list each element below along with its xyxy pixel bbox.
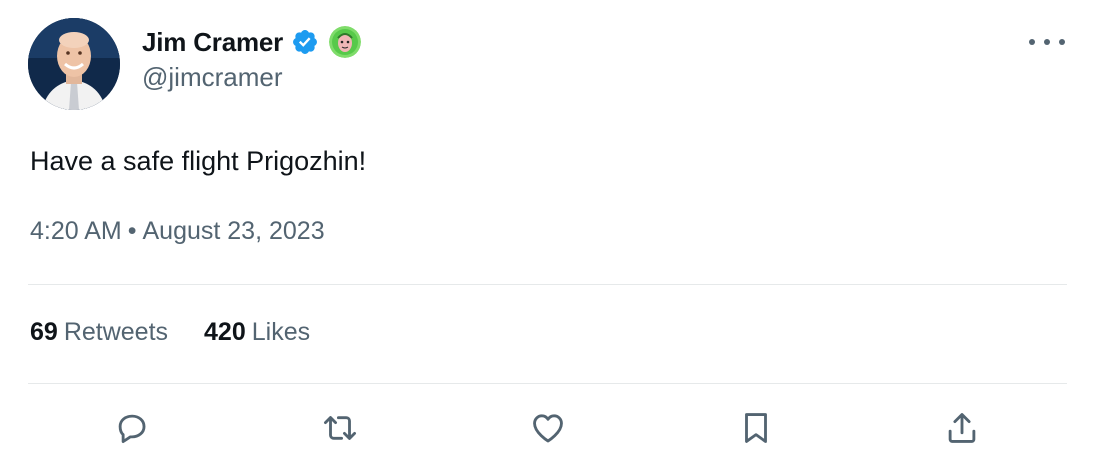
bookmark-button[interactable]	[734, 406, 778, 450]
likes-count: 420	[204, 318, 246, 346]
retweets-label: Retweets	[63, 318, 169, 346]
tweet-card: Jim Cramer @jimcramer Have a safe flight	[0, 0, 1093, 468]
more-options-icon[interactable]	[1029, 30, 1065, 54]
likes-label: Likes	[251, 318, 311, 346]
like-button[interactable]	[526, 406, 570, 450]
bookmark-icon	[745, 413, 767, 443]
more-dot	[1044, 39, 1050, 45]
retweet-icon	[324, 416, 356, 440]
author-avatar[interactable]	[28, 18, 120, 110]
tweet-date: August 23, 2023	[142, 217, 325, 245]
likes-stat[interactable]: 420 Likes	[204, 318, 310, 347]
verified-badge-icon[interactable]	[291, 28, 319, 56]
divider	[28, 383, 1067, 384]
divider	[28, 284, 1067, 285]
tweet-timestamp[interactable]: 4:20 AM • August 23, 2023	[30, 217, 325, 246]
retweet-button[interactable]	[318, 406, 362, 450]
heart-icon	[533, 414, 563, 443]
author-handle[interactable]: @jimcramer	[142, 62, 283, 93]
retweets-count: 69	[30, 318, 58, 346]
retweets-stat[interactable]: 69 Retweets	[30, 318, 168, 347]
tweet-time: 4:20 AM	[30, 217, 122, 245]
share-icon	[948, 413, 976, 443]
green-avatar-badge-icon[interactable]	[329, 26, 362, 58]
reply-button[interactable]	[110, 406, 154, 450]
more-dot	[1059, 39, 1065, 45]
avatar-photo-icon	[28, 18, 120, 110]
more-dot	[1029, 39, 1035, 45]
meta-separator: •	[127, 217, 137, 245]
engagement-stats: 69 Retweets 420 Likes	[30, 318, 346, 347]
reply-icon	[118, 414, 146, 444]
tweet-text: Have a safe flight Prigozhin!	[30, 146, 367, 176]
share-button[interactable]	[940, 406, 984, 450]
action-bar	[0, 406, 1093, 454]
author-name-row: Jim Cramer	[142, 24, 362, 60]
author-display-name[interactable]: Jim Cramer	[142, 27, 283, 58]
